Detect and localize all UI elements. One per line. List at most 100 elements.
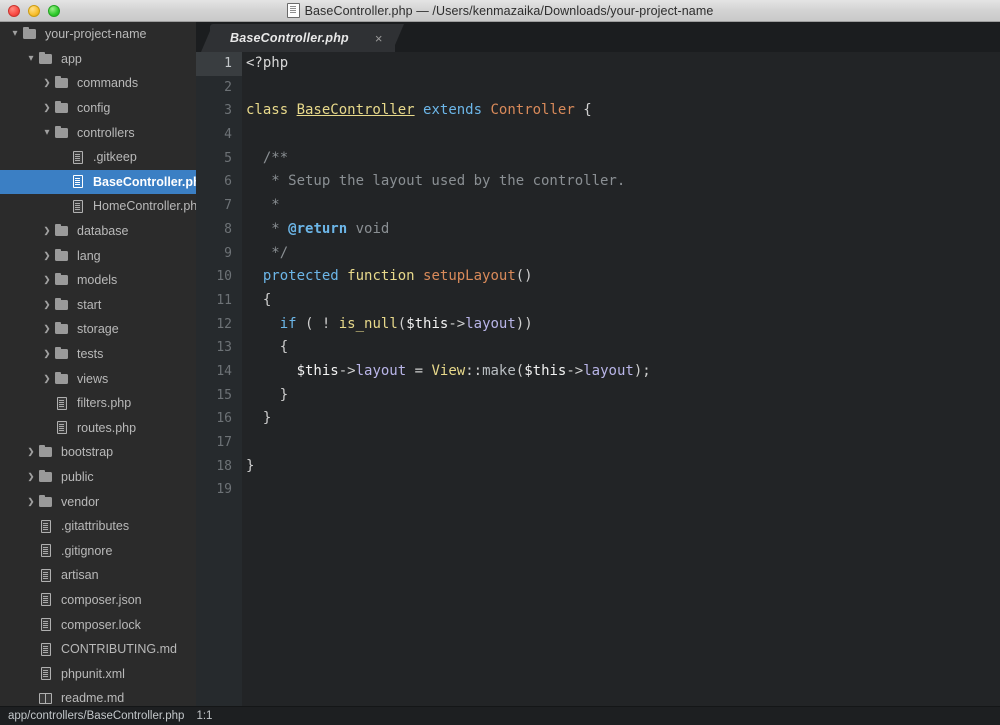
tree-item-controllers[interactable]: ▾ controllers [0, 120, 196, 145]
tree-item-gitattributes[interactable]: .gitattributes [0, 514, 196, 539]
tree-item-commands[interactable]: ❯ commands [0, 71, 196, 96]
code-token: { [246, 291, 272, 308]
tree-item-your-project-name[interactable]: ▾ your-project-name [0, 22, 196, 47]
chevron-right-icon[interactable]: ❯ [24, 472, 38, 481]
code-line: { [242, 336, 1000, 360]
tab-basecontroller-php[interactable]: BaseController.php × [201, 24, 403, 52]
folder-icon [38, 445, 54, 459]
chevron-down-icon[interactable]: ▾ [8, 29, 22, 39]
tree-item-label: your-project-name [45, 27, 147, 42]
line-number: 13 [216, 340, 232, 356]
code-token: layout [583, 362, 634, 379]
tree-item-artisan[interactable]: artisan [0, 563, 196, 588]
code-token: function [347, 268, 415, 285]
code-token: layout [465, 315, 516, 332]
code-token: ); [633, 362, 651, 379]
chevron-right-icon[interactable]: ❯ [40, 276, 54, 284]
tree-item-homecontroller-php[interactable]: HomeController.php [0, 194, 196, 219]
folder-icon [54, 125, 70, 140]
tree-item-label: controllers [77, 125, 135, 140]
tree-item-storage[interactable]: ❯ storage [0, 317, 196, 342]
close-icon[interactable]: × [375, 32, 383, 45]
tree-item-label: vendor [61, 494, 100, 509]
folder-icon [54, 273, 70, 287]
chevron-down-icon[interactable]: ▾ [40, 127, 54, 138]
tree-item-bootstrap[interactable]: ❯ bootstrap [0, 440, 196, 465]
tree-item-label: .gitignore [61, 543, 113, 558]
line-number: 17 [216, 435, 232, 450]
line-number: 10 [216, 269, 232, 285]
code-token: :: [465, 362, 483, 379]
chevron-right-icon[interactable]: ❯ [40, 350, 54, 358]
line-number-gutter: 1 2 3 4 5 6 7 8 9 10 11 12 13 14 15 16 17 18 19 [196, 52, 242, 706]
chevron-right-icon[interactable]: ❯ [40, 251, 54, 260]
chevron-right-icon[interactable]: ❯ [40, 104, 54, 112]
chevron-right-icon[interactable]: ❯ [40, 300, 54, 309]
code-token: class [246, 102, 297, 119]
tree-item-public[interactable]: ❯ public [0, 465, 196, 490]
tree-item-label: BaseController.php [93, 174, 196, 189]
file-tree-sidebar[interactable]: ▾ your-project-name ▾ app ❯ commands ❯ config ▾ c… [0, 22, 196, 706]
tree-item-basecontroller-php[interactable]: BaseController.php [0, 169, 196, 195]
code-token: void [347, 220, 390, 237]
tree-item-routes-php[interactable]: routes.php [0, 416, 196, 441]
tree-item-label: artisan [61, 568, 99, 583]
tree-item-views[interactable]: ❯ views [0, 366, 196, 391]
folder-icon [54, 101, 70, 115]
chevron-right-icon[interactable]: ❯ [24, 497, 38, 506]
tree-item-phpunit-xml[interactable]: phpunit.xml [0, 661, 196, 686]
tree-item-filters-php[interactable]: filters.php [0, 391, 196, 416]
tree-item-tests[interactable]: ❯ tests [0, 342, 196, 367]
tree-item-label: bootstrap [61, 445, 114, 460]
tree-item-label: commands [77, 76, 139, 91]
tree-item-label: config [77, 101, 111, 116]
tree-item-gitkeep[interactable]: .gitkeep [0, 145, 196, 170]
code-line: if ( ! is_null($this->layout)) [242, 313, 1000, 337]
tree-item-contributing-md[interactable]: CONTRIBUTING.md [0, 637, 196, 662]
code-content[interactable]: <?php class BaseController extends Contr… [242, 52, 1000, 706]
tree-item-label: composer.json [61, 592, 142, 607]
tree-item-label: tests [77, 347, 104, 362]
tree-item-label: views [77, 371, 109, 386]
zoom-window-button[interactable] [48, 5, 60, 17]
tree-item-composer-json[interactable]: composer.json [0, 588, 196, 613]
tree-item-database[interactable]: ❯ database [0, 219, 196, 244]
chevron-right-icon[interactable]: ❯ [40, 325, 54, 333]
code-token: ( [515, 362, 525, 379]
tree-item-config[interactable]: ❯ config [0, 96, 196, 121]
chevron-right-icon[interactable]: ❯ [40, 374, 54, 383]
chevron-right-icon[interactable]: ❯ [40, 79, 54, 87]
chevron-down-icon[interactable]: ▾ [24, 53, 38, 64]
tree-item-composer-lock[interactable]: composer.lock [0, 612, 196, 637]
tree-item-vendor[interactable]: ❯ vendor [0, 489, 196, 514]
tree-item-readme-md[interactable]: readme.md [0, 686, 196, 706]
code-line: */ [242, 242, 1000, 266]
code-line: * Setup the layout used by the controlle… [242, 170, 1000, 194]
minimize-window-button[interactable] [28, 5, 40, 17]
file-icon [38, 519, 54, 533]
file-icon [54, 421, 70, 435]
tree-item-start[interactable]: ❯ start [0, 293, 196, 318]
tree-item-label: .gitattributes [61, 519, 130, 534]
file-icon [38, 667, 54, 681]
tree-item-lang[interactable]: ❯ lang [0, 243, 196, 268]
tree-item-gitignore[interactable]: .gitignore [0, 538, 196, 563]
chevron-right-icon[interactable]: ❯ [24, 448, 38, 456]
line-number: 3 [224, 103, 232, 119]
code-token: protected [262, 268, 339, 285]
tree-item-label: start [77, 297, 102, 312]
file-tree: ▾ your-project-name ▾ app ❯ commands ❯ config ▾ c… [0, 22, 196, 706]
code-token: $this [406, 315, 449, 332]
tree-item-app[interactable]: ▾ app [0, 47, 196, 72]
code-area[interactable]: 1 2 3 4 5 6 7 8 9 10 11 12 13 14 15 16 17 18 19 <?php clas… [196, 52, 1000, 706]
code-token: <?php [246, 55, 289, 71]
tree-item-models[interactable]: ❯ models [0, 268, 196, 293]
chevron-right-icon[interactable]: ❯ [40, 227, 54, 235]
close-window-button[interactable] [8, 5, 20, 17]
code-token: */ [246, 244, 289, 261]
